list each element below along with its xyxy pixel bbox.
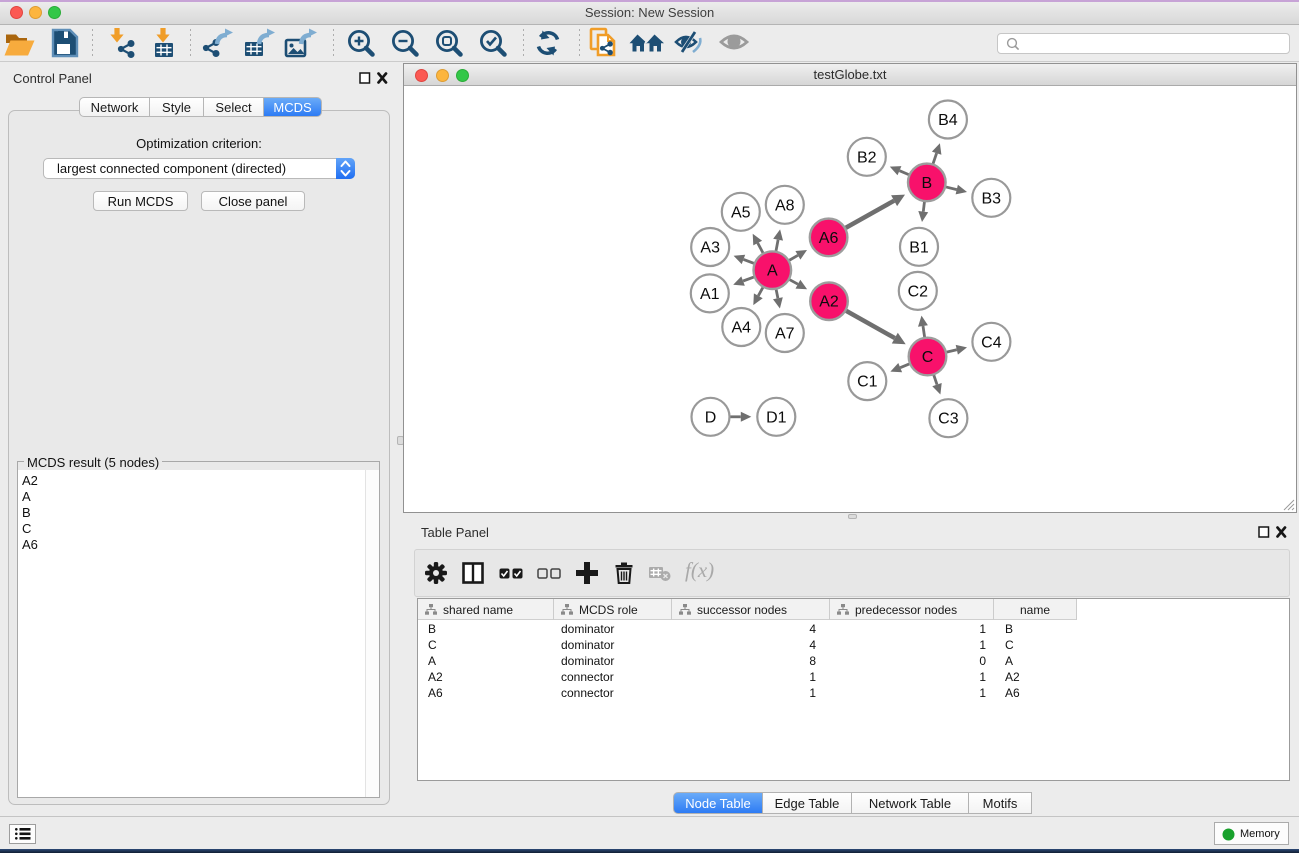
svg-text:B: B [921, 175, 932, 192]
svg-text:B1: B1 [909, 239, 929, 256]
svg-text:A3: A3 [700, 240, 720, 257]
svg-text:A8: A8 [775, 197, 795, 214]
svg-text:A: A [767, 263, 778, 280]
svg-text:C4: C4 [981, 334, 1002, 351]
svg-text:A6: A6 [819, 230, 839, 247]
svg-text:A4: A4 [732, 320, 752, 337]
svg-text:D: D [705, 409, 717, 426]
svg-text:B3: B3 [982, 190, 1002, 207]
svg-text:C2: C2 [908, 283, 929, 300]
svg-text:A2: A2 [819, 294, 839, 311]
svg-text:A7: A7 [775, 326, 795, 343]
svg-text:C3: C3 [938, 411, 959, 428]
svg-text:B4: B4 [938, 112, 958, 129]
svg-text:C1: C1 [857, 374, 878, 391]
svg-text:A1: A1 [700, 286, 720, 303]
svg-text:D1: D1 [766, 409, 787, 426]
svg-text:A5: A5 [731, 204, 751, 221]
svg-text:B2: B2 [857, 149, 877, 166]
svg-text:C: C [922, 349, 934, 366]
